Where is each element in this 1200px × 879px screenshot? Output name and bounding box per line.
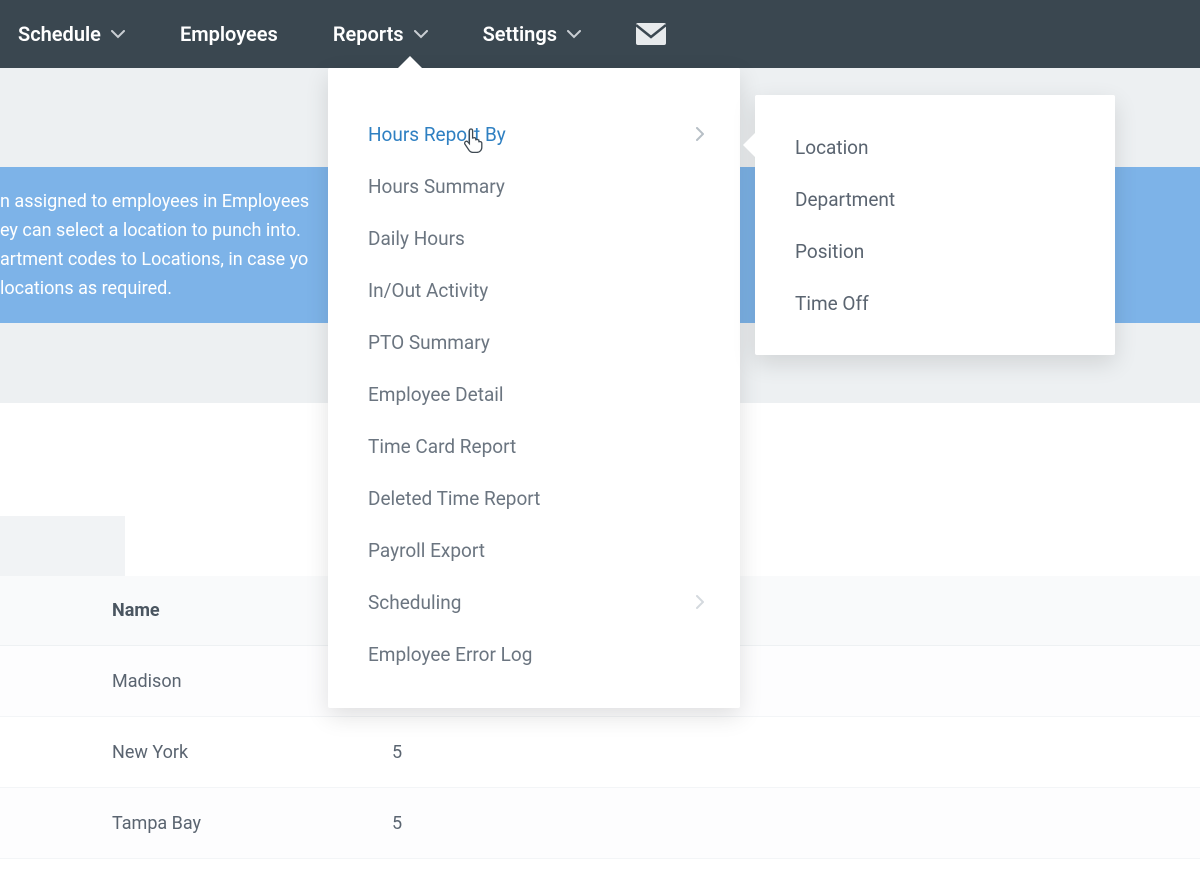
menu-daily-hours[interactable]: Daily Hours bbox=[328, 212, 740, 264]
menu-item-label: Employee Detail bbox=[368, 383, 504, 406]
menu-hours-report-by[interactable]: Hours Report By bbox=[328, 108, 740, 160]
menu-deleted-time-report[interactable]: Deleted Time Report bbox=[328, 472, 740, 524]
menu-employee-error-log[interactable]: Employee Error Log bbox=[328, 628, 740, 680]
submenu-item-label: Time Off bbox=[795, 292, 869, 315]
submenu-department[interactable]: Department bbox=[755, 173, 1115, 225]
cell-name: New York bbox=[112, 742, 392, 763]
nav-employees[interactable]: Employees bbox=[180, 22, 278, 46]
submenu-time-off[interactable]: Time Off bbox=[755, 277, 1115, 329]
submenu-position[interactable]: Position bbox=[755, 225, 1115, 277]
cell-value: 5 bbox=[392, 742, 402, 763]
table-row[interactable]: New York 5 bbox=[0, 717, 1200, 788]
nav-employees-label: Employees bbox=[180, 22, 278, 46]
menu-pto-summary[interactable]: PTO Summary bbox=[328, 316, 740, 368]
nav-reports-label: Reports bbox=[333, 22, 404, 46]
nav-settings[interactable]: Settings bbox=[483, 22, 581, 46]
menu-item-label: In/Out Activity bbox=[368, 279, 488, 302]
nav-schedule-label: Schedule bbox=[18, 22, 101, 46]
menu-payroll-export[interactable]: Payroll Export bbox=[328, 524, 740, 576]
menu-hours-summary[interactable]: Hours Summary bbox=[328, 160, 740, 212]
menu-item-label: Time Card Report bbox=[368, 435, 516, 458]
reports-dropdown: Hours Report By Hours Summary Daily Hour… bbox=[328, 68, 740, 708]
menu-employee-detail[interactable]: Employee Detail bbox=[328, 368, 740, 420]
filter-placeholder[interactable] bbox=[0, 516, 125, 576]
submenu-location[interactable]: Location bbox=[755, 121, 1115, 173]
hours-report-by-submenu: Location Department Position Time Off bbox=[755, 95, 1115, 355]
nav-settings-label: Settings bbox=[483, 22, 557, 46]
submenu-item-label: Location bbox=[795, 136, 869, 159]
cell-value: 5 bbox=[392, 813, 402, 834]
menu-item-label: Daily Hours bbox=[368, 227, 465, 250]
menu-item-label: Hours Report By bbox=[368, 123, 506, 146]
menu-item-label: Employee Error Log bbox=[368, 643, 532, 666]
menu-time-card-report[interactable]: Time Card Report bbox=[328, 420, 740, 472]
submenu-item-label: Department bbox=[795, 188, 895, 211]
menu-in-out-activity[interactable]: In/Out Activity bbox=[328, 264, 740, 316]
table-row[interactable]: Tampa Bay 5 bbox=[0, 788, 1200, 859]
chevron-down-icon bbox=[567, 30, 581, 39]
menu-item-label: Deleted Time Report bbox=[368, 487, 540, 510]
menu-item-label: PTO Summary bbox=[368, 331, 490, 354]
menu-item-label: Payroll Export bbox=[368, 539, 485, 562]
submenu-item-label: Position bbox=[795, 240, 864, 263]
nav-schedule[interactable]: Schedule bbox=[18, 22, 125, 46]
mail-icon bbox=[636, 23, 666, 45]
top-nav: Schedule Employees Reports Settings bbox=[0, 0, 1200, 68]
menu-scheduling[interactable]: Scheduling bbox=[328, 576, 740, 628]
nav-mail[interactable] bbox=[636, 23, 666, 45]
nav-reports[interactable]: Reports bbox=[333, 22, 428, 46]
chevron-right-icon bbox=[696, 595, 704, 609]
chevron-right-icon bbox=[696, 127, 704, 141]
chevron-down-icon bbox=[414, 30, 428, 39]
menu-item-label: Hours Summary bbox=[368, 175, 505, 198]
menu-item-label: Scheduling bbox=[368, 591, 461, 614]
cell-name: Tampa Bay bbox=[112, 813, 392, 834]
chevron-down-icon bbox=[111, 30, 125, 39]
